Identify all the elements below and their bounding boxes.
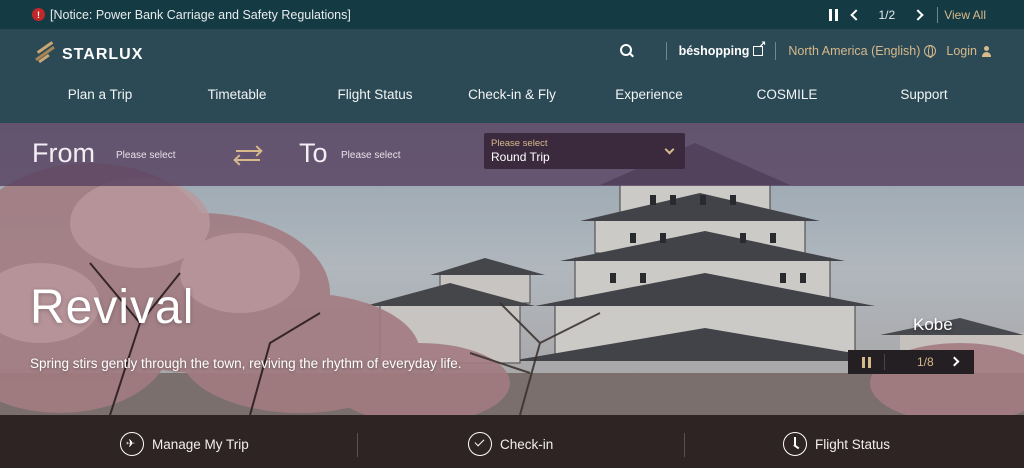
user-icon <box>981 45 992 57</box>
from-field-placeholder[interactable]: Please select <box>116 150 175 161</box>
search-icon[interactable] <box>619 44 634 58</box>
check-in-label: Check-in <box>500 436 554 452</box>
logo-mark-icon <box>32 41 58 64</box>
from-field-label[interactable]: From <box>32 138 95 169</box>
globe-icon <box>924 45 937 58</box>
nav-support[interactable]: Support <box>900 87 947 102</box>
login-label: Login <box>946 44 977 58</box>
site-header: STARLUX béshopping North America (Englis… <box>0 29 1024 123</box>
divider <box>884 354 885 370</box>
manage-my-trip-link[interactable]: ✈ Manage My Trip <box>120 432 249 456</box>
notice-controls: 1/2 View All <box>823 0 986 29</box>
chevron-left-icon[interactable] <box>845 4 867 26</box>
trip-type-select[interactable]: Please select Round Trip <box>484 133 685 169</box>
nav-plan-a-trip[interactable]: Plan a Trip <box>68 87 133 102</box>
nav-flight-status[interactable]: Flight Status <box>337 87 412 102</box>
trip-type-placeholder: Please select <box>491 138 548 149</box>
slide-counter: 1/8 <box>917 355 934 369</box>
beshopping-label: béshopping <box>678 44 750 58</box>
starlux-logo[interactable]: STARLUX <box>32 40 143 64</box>
check-icon <box>468 432 492 456</box>
nav-check-in-fly[interactable]: Check-in & Fly <box>468 87 556 102</box>
slideshow-controls: 1/8 <box>848 350 974 374</box>
beshopping-link[interactable]: béshopping <box>678 40 767 58</box>
login-link[interactable]: Login <box>946 44 992 58</box>
notice-link[interactable]: [Notice: Power Bank Carriage and Safety … <box>50 8 351 22</box>
quick-links-bar: ✈ Manage My Trip Check-in Flight Status <box>0 415 1024 468</box>
check-in-link[interactable]: Check-in <box>468 432 553 456</box>
booking-widget: From Please select To Please select Plea… <box>0 123 1024 186</box>
pause-icon[interactable] <box>823 4 845 26</box>
flight-status-link[interactable]: Flight Status <box>783 432 890 456</box>
region-label: North America (English) <box>788 44 921 58</box>
chevron-right-icon[interactable] <box>907 4 929 26</box>
notice-counter: 1/2 <box>878 7 896 22</box>
pause-icon[interactable] <box>848 350 884 374</box>
divider <box>665 42 667 60</box>
trip-type-value: Round Trip <box>491 150 550 164</box>
utility-nav: béshopping North America (English) Login <box>619 40 992 61</box>
clock-icon <box>783 432 807 456</box>
notice-bar: ! [Notice: Power Bank Carriage and Safet… <box>0 0 1024 29</box>
nav-experience[interactable]: Experience <box>615 87 683 102</box>
hero-title: Revival <box>30 281 195 334</box>
manage-my-trip-label: Manage My Trip <box>152 436 249 452</box>
swap-icon[interactable] <box>236 144 260 166</box>
to-field-placeholder[interactable]: Please select <box>341 150 400 161</box>
divider <box>684 433 685 457</box>
to-field-label[interactable]: To <box>299 138 328 169</box>
divider <box>775 42 777 60</box>
chevron-right-icon[interactable] <box>949 356 960 367</box>
hero-location: Kobe <box>913 315 953 334</box>
flight-status-label: Flight Status <box>815 436 891 452</box>
brand-name: STARLUX <box>62 46 144 63</box>
plane-icon: ✈ <box>120 432 144 456</box>
nav-timetable[interactable]: Timetable <box>208 87 267 102</box>
region-selector[interactable]: North America (English) <box>788 44 937 58</box>
divider <box>357 433 358 457</box>
external-link-icon <box>753 40 766 56</box>
view-all-link[interactable]: View All <box>944 8 986 22</box>
divider <box>937 6 939 23</box>
hero-subtitle: Spring stirs gently through the town, re… <box>30 356 462 371</box>
alert-icon: ! <box>32 8 45 21</box>
nav-cosmile[interactable]: COSMILE <box>757 87 818 102</box>
